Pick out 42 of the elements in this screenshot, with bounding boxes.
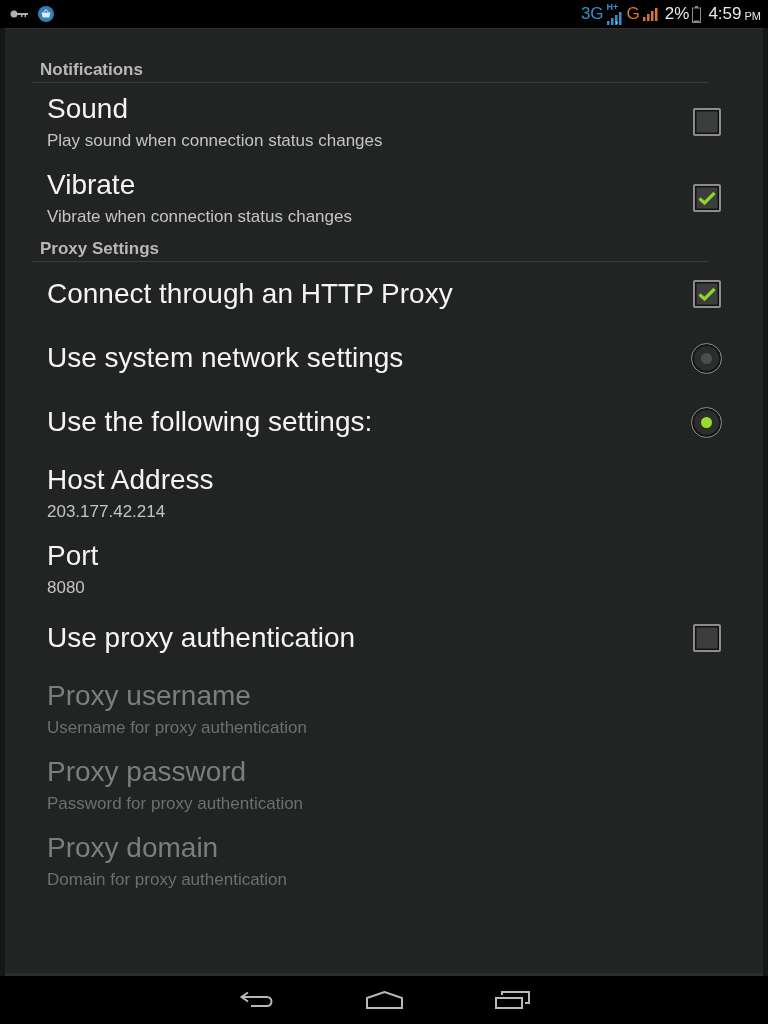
setting-title: Proxy domain	[47, 831, 219, 865]
network-type: 3G	[580, 4, 604, 24]
checkbox[interactable]	[693, 184, 721, 212]
network-speed-label: H+	[606, 3, 619, 12]
clock-time: 4:59	[708, 4, 742, 24]
setting-title: Host Address	[47, 463, 214, 497]
network-type: G	[626, 4, 640, 24]
recents-icon[interactable]	[494, 991, 530, 1009]
signal-icon	[642, 7, 658, 21]
setting-title: Proxy password	[47, 755, 247, 789]
setting-summary: Play sound when connection status changes	[47, 130, 383, 152]
check-icon	[698, 287, 716, 301]
checkbox[interactable]	[693, 624, 721, 652]
clock-period: PM	[744, 8, 761, 24]
key-icon	[10, 10, 28, 18]
setting-summary: Username for proxy authentication	[47, 717, 307, 739]
basket-icon	[38, 6, 54, 22]
checkbox[interactable]	[693, 280, 721, 308]
battery-icon	[692, 5, 702, 23]
radio-button[interactable]	[691, 406, 722, 438]
radio-button[interactable]	[691, 342, 722, 374]
setting-title: Connect through an HTTP Proxy	[47, 277, 453, 311]
back-icon[interactable]	[239, 991, 273, 1009]
setting-title: Use the following settings:	[47, 405, 373, 439]
setting-title: Use proxy authentication	[47, 621, 356, 655]
home-icon[interactable]	[365, 991, 403, 1009]
setting-value: 8080	[47, 577, 85, 599]
setting-value: 203.177.42.214	[47, 501, 166, 523]
section-header: Notifications	[40, 60, 143, 80]
setting-title: Vibrate	[47, 168, 136, 202]
battery-percent: 2%	[664, 4, 690, 24]
setting-title: Proxy username	[47, 679, 251, 713]
check-icon	[698, 191, 716, 205]
setting-summary: Vibrate when connection status changes	[47, 206, 352, 228]
checkbox[interactable]	[693, 108, 721, 136]
section-header: Proxy Settings	[40, 239, 160, 259]
setting-title: Port	[47, 539, 99, 573]
signal-icon	[606, 12, 622, 25]
setting-title: Sound	[47, 92, 128, 126]
setting-summary: Domain for proxy authentication	[47, 869, 288, 891]
setting-summary: Password for proxy authentication	[47, 793, 304, 815]
setting-title: Use system network settings	[47, 341, 404, 375]
